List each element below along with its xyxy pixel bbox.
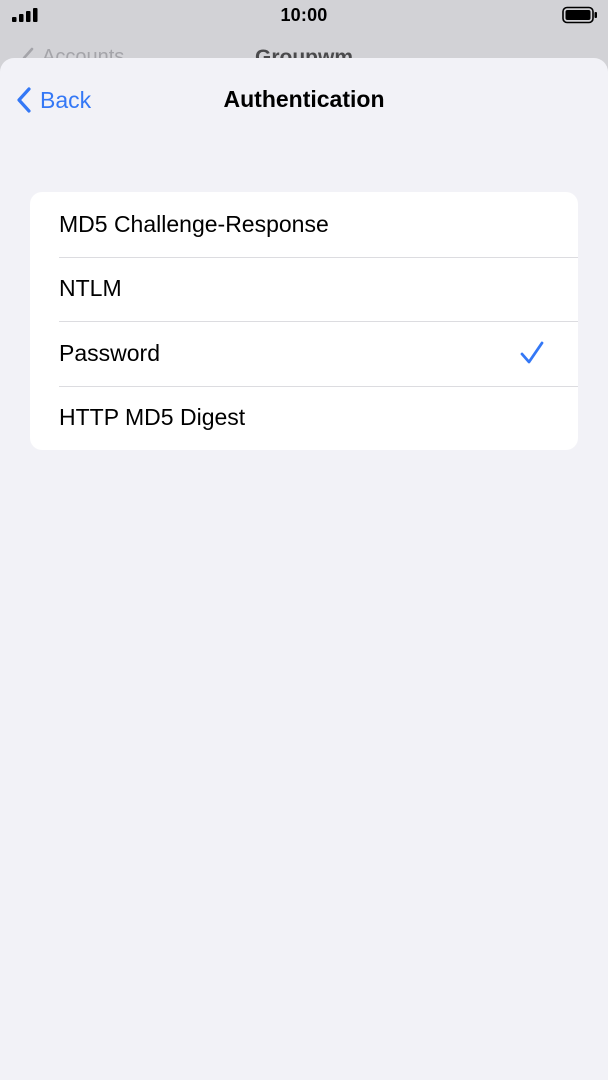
- status-bar: 10:00: [0, 0, 608, 30]
- option-password[interactable]: Password: [30, 321, 578, 386]
- authentication-options-list: MD5 Challenge-Response NTLM Password HTT…: [30, 192, 578, 450]
- page-title: Authentication: [223, 86, 385, 112]
- option-label: Password: [59, 339, 160, 366]
- option-label: HTTP MD5 Digest: [59, 404, 246, 431]
- battery-full-icon: [562, 6, 597, 24]
- nav-bar: Back Authentication: [0, 58, 608, 142]
- option-http-md5-digest[interactable]: HTTP MD5 Digest: [30, 385, 578, 451]
- authentication-sheet: Back Authentication MD5 Challenge-Respon…: [0, 58, 608, 1080]
- status-time: 10:00: [280, 5, 328, 25]
- option-label: MD5 Challenge-Response: [59, 210, 329, 237]
- option-label: NTLM: [59, 275, 122, 302]
- option-md5-challenge-response[interactable]: MD5 Challenge-Response: [30, 192, 578, 257]
- option-ntlm[interactable]: NTLM: [30, 256, 578, 322]
- checkmark-icon: [520, 341, 544, 364]
